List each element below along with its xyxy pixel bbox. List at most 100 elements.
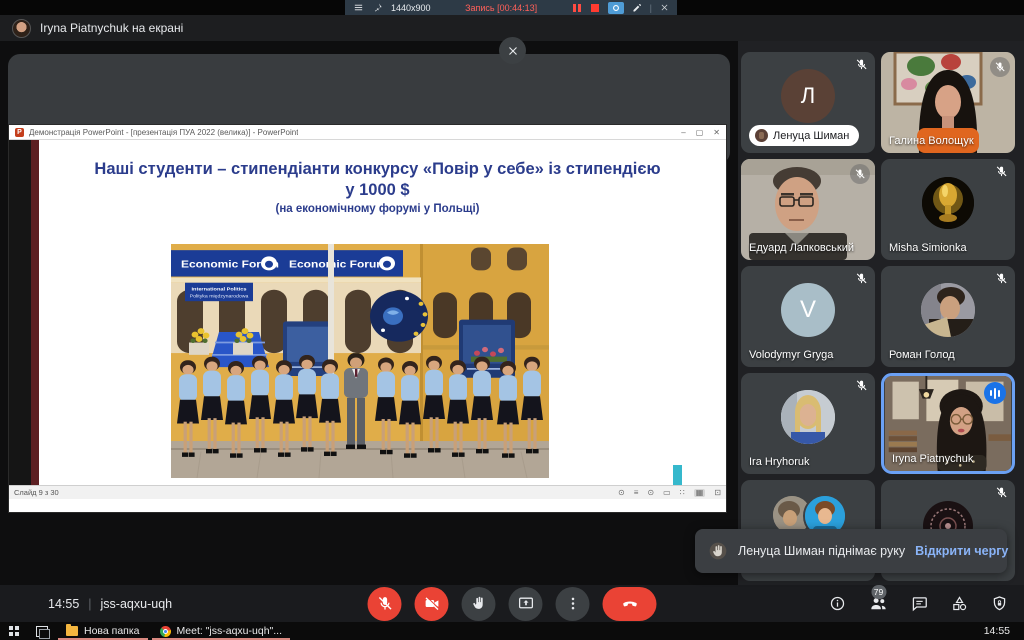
powerpoint-window-title: Демонстрація PowerPoint - [презентація П…	[29, 128, 298, 137]
recorder-close-button[interactable]	[660, 1, 669, 14]
slide-title-block: Наші студенти – стипендіанти конкурсу «П…	[49, 158, 706, 215]
participant-tile-lenutsa-shyman[interactable]: Л Ленуца Шиман	[741, 52, 875, 153]
recorder-pencil-button[interactable]	[632, 1, 642, 14]
slide-teal-decoration	[673, 465, 682, 485]
task-view-icon	[36, 626, 48, 637]
toast-message: Ленуца Шиман піднімає руку	[738, 544, 905, 558]
avatar	[922, 177, 974, 229]
camera-toggle-button[interactable]	[415, 587, 449, 621]
participant-name: Ira Hryhoruk	[749, 456, 810, 468]
powerpoint-window: P Демонстрація PowerPoint - [презентація…	[8, 124, 727, 513]
zoom-tool-button[interactable]: ▭	[663, 489, 671, 497]
taskbar-item-folder[interactable]: Нова папка	[56, 622, 150, 640]
meeting-panels: 79	[829, 585, 1008, 622]
host-controls-button[interactable]	[991, 595, 1008, 612]
powerpoint-icon: P	[15, 128, 24, 137]
folder-window-title: Нова папка	[84, 625, 140, 637]
divider: |	[88, 597, 91, 611]
call-controls	[368, 587, 657, 621]
participant-tile-eduard-lapkovskyi[interactable]: Едуард Лапковський	[741, 159, 875, 260]
participant-tile-halyna-voloshchuk[interactable]: Галина Волощук	[881, 52, 1015, 153]
recorder-separator: |	[650, 3, 652, 13]
slide-subtitle: (на економічному форумі у Польщі)	[49, 203, 706, 215]
recorder-pin-icon[interactable]	[372, 1, 383, 14]
mic-off-icon	[995, 165, 1008, 183]
mic-off-icon	[855, 272, 868, 290]
participant-name: Iryna Piatnychuk	[892, 453, 973, 465]
next-slide-button[interactable]: ⊙	[647, 489, 654, 497]
slide-title-line1: Наші студенти – стипендіанти конкурсу «П…	[49, 158, 706, 180]
window-controls: – ▢ ✕	[681, 128, 720, 137]
mic-off-icon	[995, 486, 1008, 504]
recorder-camera-button[interactable]	[608, 2, 624, 14]
avatar: Л	[781, 69, 835, 123]
browser-window-title: Meet: "jss-aqxu-uqh"...	[177, 625, 283, 637]
folder-icon	[66, 626, 78, 636]
previous-slide-button[interactable]: ⊙	[618, 489, 625, 497]
raise-hand-toast: Ленуца Шиман піднімає руку Відкрити черг…	[695, 529, 1007, 573]
slide-counter: Слайд 9 з 30	[14, 488, 59, 497]
see-all-slides-button[interactable]: ∷	[680, 489, 685, 497]
open-queue-link[interactable]: Відкрити чергу	[915, 544, 1008, 558]
presenter-label: Iryna Piatnychuk на екрані	[40, 21, 183, 35]
mic-off-icon	[850, 164, 870, 184]
slide-area: Наші студенти – стипендіанти конкурсу «П…	[9, 140, 726, 485]
participant-tile-volodymyr-gryga[interactable]: V Volodymyr Gryga	[741, 266, 875, 367]
meet-control-bar: 14:55 | jss-aqxu-uqh 79	[0, 585, 1024, 622]
chrome-icon	[160, 626, 171, 637]
recorder-status: Запись [00:44:13]	[465, 3, 537, 13]
screen-recorder-toolbar: 1440x900 Запись [00:44:13] |	[345, 0, 677, 15]
slide-accent-stripe	[31, 140, 39, 485]
display-settings-button[interactable]: ⊡	[714, 489, 721, 497]
close-share-button[interactable]	[499, 37, 526, 64]
participant-tile-misha-simionka[interactable]: Misha Simionka	[881, 159, 1015, 260]
intl-banner-line1: International Politics	[192, 287, 247, 293]
intl-banner-line2: Polityka międzynarodowa	[190, 294, 249, 300]
meeting-details-button[interactable]	[829, 595, 846, 612]
speaking-indicator-icon	[984, 382, 1006, 404]
presenter-avatar	[12, 19, 31, 38]
recorder-resolution: 1440x900	[391, 3, 431, 13]
avatar: V	[781, 283, 835, 337]
slide-title-line2: у 1000 $	[49, 180, 706, 201]
meeting-code: jss-aqxu-uqh	[101, 597, 173, 611]
participant-tile-ira-hryhoruk[interactable]: Ira Hryhoruk	[741, 373, 875, 474]
task-view-button[interactable]	[28, 622, 56, 640]
recorder-menu-icon[interactable]	[353, 1, 364, 14]
slideshow-tools: ⊙ ≡ ⊙ ▭ ∷ ▦ ⊡	[618, 489, 721, 497]
mic-off-icon	[855, 379, 868, 397]
mic-toggle-button[interactable]	[368, 587, 402, 621]
window-close-button[interactable]: ✕	[713, 128, 720, 137]
minimize-button[interactable]: –	[681, 128, 685, 137]
participant-name: Едуард Лапковський	[749, 242, 854, 254]
participant-name: Ленуца Шиман	[773, 130, 849, 142]
start-button[interactable]	[0, 622, 28, 640]
participants-button[interactable]: 79	[869, 594, 888, 613]
toast-hand-icon	[708, 541, 728, 561]
mic-off-icon	[995, 272, 1008, 290]
maximize-button[interactable]: ▢	[696, 128, 704, 137]
participants-grid: Л Ленуца Шиман	[741, 52, 1015, 585]
clock: 14:55	[48, 597, 79, 611]
participant-tile-roman-holod[interactable]: Роман Голод	[881, 266, 1015, 367]
slide-photo: Economic Forum Economic Forum Internatio…	[171, 244, 549, 478]
end-call-button[interactable]	[603, 587, 657, 621]
meeting-info: 14:55 | jss-aqxu-uqh	[0, 597, 172, 611]
activities-button[interactable]	[951, 595, 968, 612]
recorder-pause-button[interactable]	[572, 1, 582, 14]
more-options-button[interactable]	[556, 587, 590, 621]
avatar	[921, 283, 975, 337]
slideshow-menu-button[interactable]: ≡	[634, 489, 639, 497]
chat-button[interactable]	[911, 595, 928, 612]
present-button[interactable]	[509, 587, 543, 621]
mic-off-icon	[855, 58, 868, 76]
participant-tile-iryna-piatnychuk[interactable]: Iryna Piatnychuk	[881, 373, 1015, 474]
participant-name: Галина Волощук	[889, 135, 974, 147]
grid-tool-button[interactable]: ▦	[694, 489, 706, 497]
recorder-stop-button[interactable]	[590, 1, 600, 14]
taskbar-item-meet[interactable]: Meet: "jss-aqxu-uqh"...	[150, 622, 293, 640]
meet-window: 1440x900 Запись [00:44:13] | Iryna Piatn…	[0, 0, 1024, 640]
participant-name: Роман Голод	[889, 349, 955, 361]
slide-left-margin	[9, 140, 31, 485]
raise-hand-button[interactable]	[462, 587, 496, 621]
